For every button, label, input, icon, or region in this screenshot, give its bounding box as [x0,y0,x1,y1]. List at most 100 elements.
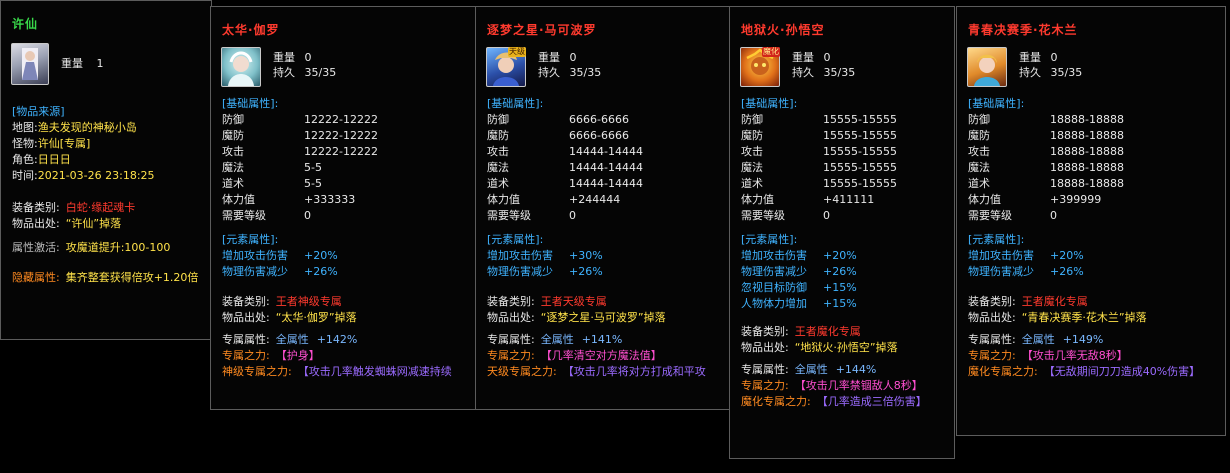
exclusive-label: 专属属性: [487,333,535,346]
weight-value: 0 [1050,51,1058,64]
drop-label: 物品出处: [968,311,1016,324]
weight-label: 重量 [61,57,83,70]
element-row: 增加攻击伤害 [222,249,288,263]
equip-type-value: 王者天级专属 [540,295,607,308]
weight-row: 重量 0 [273,51,312,65]
base-attr-header: [基础属性]: [741,97,798,110]
stat-row: 防御 [222,113,244,127]
durability-row: 持久 35/35 [273,66,336,80]
weight-row: 重量 1 [61,57,104,71]
stat-row: 魔法 [968,161,990,175]
stat-value: 6666-6666 [569,113,629,126]
stat-row: 道术 [487,177,509,191]
extra-power-row: 魔化专属之力: 【无敌期间刀刀造成40%伤害】 [968,365,1200,379]
weight-label: 重量 [273,51,295,64]
equip-type-label: 装备类别: [12,201,60,214]
exclusive-row: 专属属性: 全属性 +142% [222,333,357,347]
drop-label: 物品出处: [222,311,270,324]
power-label: 专属之力: [222,349,270,362]
stat-label: 道术 [487,177,509,190]
stat-row: 防御 [487,113,509,127]
stat-row: 攻击 [222,145,244,159]
element-row: 物理伤害减少 [222,265,288,279]
element-row: 增加攻击伤害 [968,249,1034,263]
power-row: 专属之力: 【攻击几率禁锢敌人8秒】 [741,379,923,393]
stat-value: 15555-15555 [823,177,897,190]
stat-value: +399999 [1050,193,1102,206]
stat-label: 攻击 [487,145,509,158]
equip-type-label: 装备类别: [487,295,535,308]
element-label: 忽视目标防御 [741,281,807,294]
element-value: +26% [304,265,338,278]
exclusive-bonus: +149% [1062,333,1104,346]
element-label: 增加攻击伤害 [487,249,553,262]
weight-row: 重量 0 [538,51,577,65]
extra-power-label: 神级专属之力: [222,365,292,378]
tooltip-panel-marco-polo: 逐梦之星·马可波罗 天级 重量 0 持久 35/35 [基础属性]: 防御 66… [475,6,733,410]
element-label: 增加攻击伤害 [222,249,288,262]
portrait-icon [22,48,38,80]
element-value: +20% [823,249,857,262]
weight-value: 1 [96,57,104,70]
durability-row: 持久 35/35 [538,66,601,80]
stat-row: 道术 [968,177,990,191]
exclusive-value: 全属性 [275,333,309,346]
stat-value: 18888-18888 [1050,129,1124,142]
element-value: +26% [569,265,603,278]
element-value: +26% [1050,265,1084,278]
element-value: +20% [304,249,338,262]
exclusive-value: 全属性 [1021,333,1055,346]
tooltip-panel-sun-wukong: 地狱火·孙悟空 魔化 重量 0 持久 35/35 [基础属性]: 防御 1555… [729,6,955,459]
durability-value: 35/35 [304,66,337,79]
stat-label: 攻击 [968,145,990,158]
drop-value: “地狱火·孙悟空”掉落 [794,341,898,354]
durability-value: 35/35 [1050,66,1083,79]
base-attr-header: [基础属性]: [487,97,544,110]
tier-badge: 天级 [508,47,526,57]
stat-row: 体力值 [487,193,520,207]
stat-row: 攻击 [968,145,990,159]
power-label: 专属之力: [968,349,1016,362]
portrait-icon [974,54,1000,86]
equip-type-row: 装备类别: 王者神级专属 [222,295,342,309]
stat-label: 魔防 [741,129,763,142]
element-row: 忽视目标防御 [741,281,807,295]
stat-value: 0 [823,209,830,222]
extra-power-value: 【几率造成三倍伤害】 [816,395,927,408]
stat-label: 魔防 [222,129,244,142]
stat-label: 体力值 [968,193,1001,206]
weight-row: 重量 0 [1019,51,1058,65]
exclusive-label: 专属属性: [222,333,270,346]
exclusive-value: 全属性 [540,333,574,346]
durability-value: 35/35 [823,66,856,79]
exclusive-bonus: +144% [835,363,877,376]
stat-value: 5-5 [304,177,322,190]
base-attr-header: [基础属性]: [968,97,1025,110]
durability-label: 持久 [1019,66,1041,79]
stat-label: 道术 [222,177,244,190]
stat-label: 道术 [741,177,763,190]
drop-value: “青春决赛季·花木兰”掉落 [1021,311,1147,324]
equip-type-label: 装备类别: [741,325,789,338]
item-title: 许仙 [12,17,39,31]
tier-badge: 魔化 [762,47,780,57]
durability-label: 持久 [792,66,814,79]
stat-label: 魔防 [487,129,509,142]
drop-value: “许仙”掉落 [65,217,122,230]
stat-value: 12222-12222 [304,113,378,126]
stat-label: 魔法 [741,161,763,174]
stat-value: 0 [1050,209,1057,222]
stat-value: 14444-14444 [569,145,643,158]
element-attr-header: [元素属性]: [487,233,544,246]
equip-type-row: 装备类别: 王者魔化专属 [741,325,861,339]
source-role-value: 日日日 [37,153,71,166]
drop-label: 物品出处: [487,311,535,324]
element-label: 物理伤害减少 [222,265,288,278]
stat-value: 15555-15555 [823,113,897,126]
equip-type-value: 王者神级专属 [275,295,342,308]
stat-label: 防御 [222,113,244,126]
stat-value: +411111 [823,193,875,206]
hidden-value: 集齐整套获得倍攻+1.20倍 [65,271,199,284]
source-map: 地图:渔夫发现的神秘小岛 [12,121,137,135]
drop-row: 物品出处: “许仙”掉落 [12,217,121,231]
